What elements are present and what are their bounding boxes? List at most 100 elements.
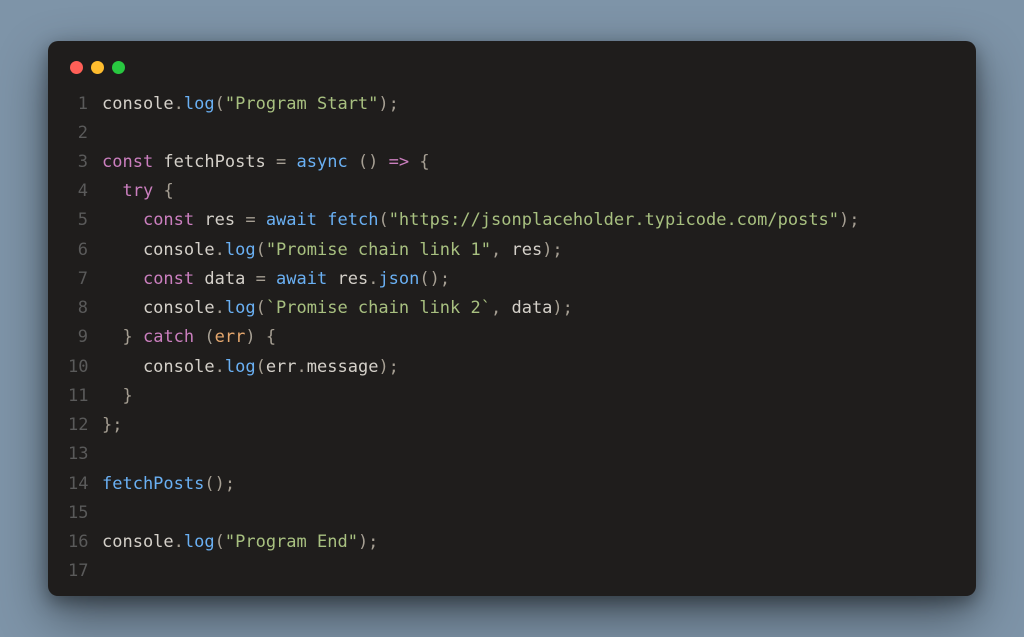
code-token: console — [102, 298, 215, 318]
code-token: , — [491, 240, 511, 260]
line-content[interactable]: fetchPosts(); — [102, 470, 235, 499]
line-number: 9 — [68, 323, 102, 352]
code-line[interactable]: 17 — [68, 557, 956, 586]
line-number: 11 — [68, 382, 102, 411]
code-line[interactable]: 3const fetchPosts = async () => { — [68, 148, 956, 177]
code-token: fetch — [327, 210, 378, 230]
line-content[interactable]: } — [102, 382, 133, 411]
code-line[interactable]: 14fetchPosts(); — [68, 470, 956, 499]
code-token: fetchPosts — [102, 474, 204, 494]
line-number: 5 — [68, 206, 102, 235]
line-content[interactable]: const fetchPosts = async () => { — [102, 148, 430, 177]
window-controls — [68, 61, 956, 74]
code-token: "Program Start" — [225, 94, 379, 114]
line-content[interactable]: } catch (err) { — [102, 323, 276, 352]
line-content[interactable]: }; — [102, 411, 122, 440]
code-token: json — [378, 269, 419, 289]
zoom-icon[interactable] — [112, 61, 125, 74]
line-content[interactable]: console.log("Promise chain link 1", res)… — [102, 236, 563, 265]
code-token — [102, 181, 122, 201]
code-token: const — [143, 210, 194, 230]
code-line[interactable]: 5 const res = await fetch("https://jsonp… — [68, 206, 956, 235]
code-line[interactable]: 13 — [68, 440, 956, 469]
code-token: err — [266, 357, 297, 377]
code-token — [102, 210, 143, 230]
code-token: console — [102, 357, 215, 377]
code-token: console — [102, 240, 215, 260]
code-line[interactable]: 12}; — [68, 411, 956, 440]
code-token: () — [348, 152, 389, 172]
code-token: . — [215, 298, 225, 318]
code-token: ); — [839, 210, 859, 230]
line-number: 12 — [68, 411, 102, 440]
code-token: res — [327, 269, 368, 289]
line-content[interactable]: console.log(`Promise chain link 2`, data… — [102, 294, 573, 323]
line-content[interactable]: console.log(err.message); — [102, 353, 399, 382]
line-content[interactable]: try { — [102, 177, 174, 206]
code-line[interactable]: 8 console.log(`Promise chain link 2`, da… — [68, 294, 956, 323]
code-token: ( — [256, 240, 266, 260]
code-token: await — [266, 210, 317, 230]
code-line[interactable]: 9 } catch (err) { — [68, 323, 956, 352]
code-token: data — [194, 269, 255, 289]
code-token — [317, 210, 327, 230]
code-line[interactable]: 6 console.log("Promise chain link 1", re… — [68, 236, 956, 265]
editor-window: 1console.log("Program Start");23const fe… — [48, 41, 976, 597]
minimize-icon[interactable] — [91, 61, 104, 74]
line-number: 17 — [68, 557, 102, 586]
code-token: res — [511, 240, 542, 260]
code-token: . — [368, 269, 378, 289]
code-token: . — [174, 94, 184, 114]
code-line[interactable]: 4 try { — [68, 177, 956, 206]
code-token: . — [215, 357, 225, 377]
code-token: { — [409, 152, 429, 172]
code-token: } — [122, 386, 132, 406]
code-token: ); — [378, 94, 398, 114]
close-icon[interactable] — [70, 61, 83, 74]
line-number: 13 — [68, 440, 102, 469]
code-token — [102, 269, 143, 289]
line-number: 7 — [68, 265, 102, 294]
line-content[interactable]: const res = await fetch("https://jsonpla… — [102, 206, 860, 235]
code-token: ( — [215, 532, 225, 552]
code-line[interactable]: 7 const data = await res.json(); — [68, 265, 956, 294]
code-token: = — [276, 152, 296, 172]
code-area[interactable]: 1console.log("Program Start");23const fe… — [68, 90, 956, 587]
line-number: 15 — [68, 499, 102, 528]
code-token: "https://jsonplaceholder.typicode.com/po… — [389, 210, 839, 230]
code-token: catch — [143, 327, 194, 347]
code-token: console — [102, 532, 174, 552]
line-number: 14 — [68, 470, 102, 499]
code-token: res — [194, 210, 245, 230]
line-number: 4 — [68, 177, 102, 206]
code-token: . — [215, 240, 225, 260]
code-token: ( — [256, 298, 266, 318]
code-token — [102, 386, 122, 406]
code-token: const — [143, 269, 194, 289]
line-content[interactable]: const data = await res.json(); — [102, 265, 450, 294]
code-line[interactable]: 2 — [68, 119, 956, 148]
code-line[interactable]: 16console.log("Program End"); — [68, 528, 956, 557]
code-token: ( — [378, 210, 388, 230]
code-token: } — [122, 327, 142, 347]
code-line[interactable]: 10 console.log(err.message); — [68, 353, 956, 382]
code-token: ); — [358, 532, 378, 552]
code-line[interactable]: 1console.log("Program Start"); — [68, 90, 956, 119]
code-token: log — [184, 94, 215, 114]
line-content[interactable]: console.log("Program End"); — [102, 528, 378, 557]
code-token: log — [225, 357, 256, 377]
code-token: `Promise chain link 2` — [266, 298, 491, 318]
code-token: message — [307, 357, 379, 377]
code-token: const — [102, 152, 153, 172]
line-number: 16 — [68, 528, 102, 557]
line-number: 2 — [68, 119, 102, 148]
line-number: 8 — [68, 294, 102, 323]
code-token: console — [102, 94, 174, 114]
code-token: ( — [256, 357, 266, 377]
code-token: async — [297, 152, 348, 172]
code-token: "Program End" — [225, 532, 358, 552]
code-line[interactable]: 15 — [68, 499, 956, 528]
line-content[interactable]: console.log("Program Start"); — [102, 90, 399, 119]
code-token: (); — [204, 474, 235, 494]
code-line[interactable]: 11 } — [68, 382, 956, 411]
